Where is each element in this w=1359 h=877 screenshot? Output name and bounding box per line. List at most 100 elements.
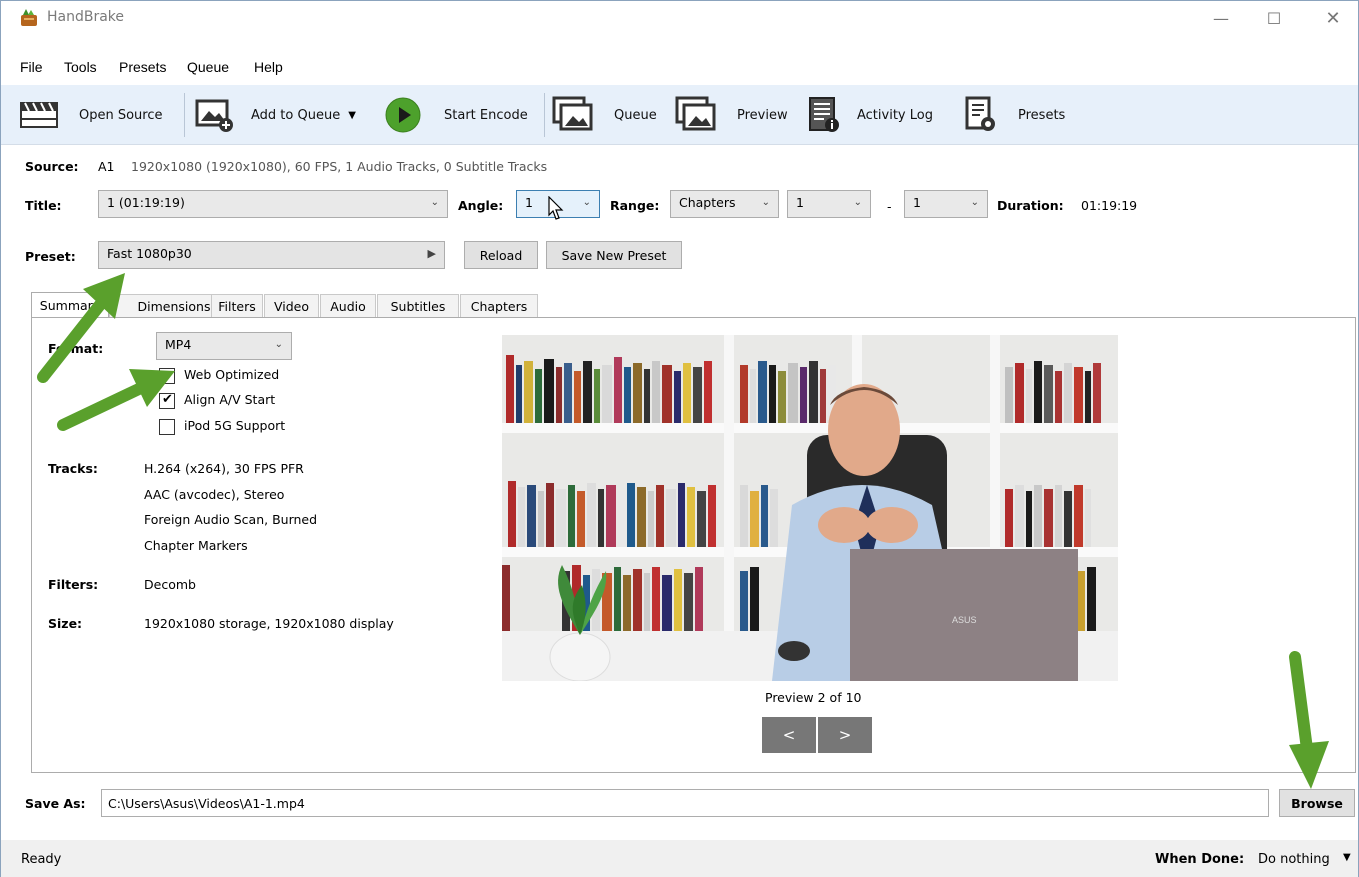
toolbar-separator [544,93,545,137]
track-item: Chapter Markers [144,538,248,553]
preset-value: Fast 1080p30 [107,246,192,261]
next-preview-button[interactable]: > [818,717,872,753]
maximize-button[interactable]: ☐ [1251,1,1297,35]
minimize-button[interactable]: — [1198,1,1244,35]
track-item: AAC (avcodec), Stereo [144,487,285,502]
chevron-down-icon: ⌄ [761,197,770,208]
dropdown-arrow-icon[interactable]: ▼ [348,110,356,121]
angle-select-value: 1 [525,195,533,210]
start-encode-button[interactable]: Start Encode [384,85,528,145]
previous-preview-button[interactable]: < [762,717,816,753]
queue-icon [552,96,593,131]
presets-icon [965,96,995,131]
save-as-path-input[interactable] [101,789,1269,817]
title-label: Title: [25,198,62,213]
format-select[interactable]: MP4 ⌄ [156,332,292,360]
duration-value: 01:19:19 [1081,198,1138,213]
range-end-value: 1 [913,195,921,210]
size-value: 1920x1080 storage, 1920x1080 display [144,616,394,631]
source-label: Source: [25,159,79,174]
handbrake-window: HandBrake — ☐ ✕ File Tools Presets Queue… [0,0,1359,877]
menu-presets[interactable]: Presets [119,59,166,75]
source-info: 1920x1080 (1920x1080), 60 FPS, 1 Audio T… [131,159,548,174]
queue-label: Queue [614,107,657,123]
annotation-arrow-web-optimized [57,369,175,431]
tab-audio[interactable]: Audio [320,294,376,318]
menu-queue[interactable]: Queue [187,59,229,75]
open-source-label: Open Source [79,107,163,123]
preview-icon [675,96,716,131]
chevron-down-icon: ⌄ [582,197,591,208]
preset-selector[interactable]: Fast 1080p30 ▶ [98,241,445,269]
source-name: A1 [98,159,115,174]
chevron-down-icon: ⌄ [274,339,283,350]
toolbar-separator [184,93,185,137]
add-image-icon [195,99,233,132]
save-as-label: Save As: [25,796,86,811]
open-source-button[interactable]: Open Source [19,85,163,145]
when-done-label: When Done: [1155,852,1245,867]
range-type-value: Chapters [679,195,736,210]
queue-button[interactable]: Queue [552,85,657,145]
filters-value: Decomb [144,577,196,592]
preview-label: Preview [737,107,788,123]
close-button[interactable]: ✕ [1310,1,1356,35]
filters-label: Filters: [48,577,99,592]
start-encode-label: Start Encode [444,107,528,123]
presets-button[interactable]: Presets [964,85,1065,145]
tab-filters[interactable]: Filters [211,294,263,318]
track-item: H.264 (x264), 30 FPS PFR [144,461,304,476]
tab-video[interactable]: Video [264,294,319,318]
annotation-arrow-browse [1289,651,1329,789]
size-label: Size: [48,616,83,631]
activity-log-icon [809,97,839,132]
presets-label: Presets [1018,107,1066,123]
toolbar: Open Source Add to Queue ▼ Start Encode [1,85,1358,145]
tab-chapters[interactable]: Chapters [460,294,538,318]
range-start-value: 1 [796,195,804,210]
preview-button[interactable]: Preview [675,85,788,145]
film-clapper-icon [20,102,58,128]
window-title: HandBrake [47,9,125,25]
status-bar: Ready When Done: Do nothing ▼ [1,840,1358,877]
menu-tools[interactable]: Tools [64,59,97,75]
track-item: Foreign Audio Scan, Burned [144,512,318,527]
ipod-support-label: iPod 5G Support [184,418,286,433]
add-to-queue-button[interactable]: Add to Queue ▼ [193,85,356,145]
menu-help[interactable]: Help [254,59,283,75]
range-end-select[interactable]: 1 ⌄ [904,190,988,218]
tab-subtitles[interactable]: Subtitles [377,294,459,318]
menu-file[interactable]: File [20,59,43,75]
title-bar: HandBrake — ☐ ✕ [1,1,1358,35]
align-av-label: Align A/V Start [184,392,276,407]
web-optimized-label: Web Optimized [184,367,280,382]
duration-label: Duration: [997,198,1064,213]
preset-label: Preset: [25,249,76,264]
play-icon [385,97,421,133]
save-new-preset-button[interactable]: Save New Preset [546,241,682,269]
format-value: MP4 [165,337,192,352]
preview-caption: Preview 2 of 10 [765,690,862,705]
tracks-label: Tracks: [48,461,98,476]
title-select[interactable]: 1 (01:19:19) ⌄ [98,190,448,218]
angle-label: Angle: [458,198,504,213]
range-label: Range: [610,198,660,213]
range-type-select[interactable]: Chapters ⌄ [670,190,779,218]
svg-text:ASUS: ASUS [952,615,977,625]
chevron-down-icon: ⌄ [970,197,979,208]
range-dash: - [887,199,892,214]
menu-bar: File Tools Presets Queue Help [1,57,1358,83]
activity-log-button[interactable]: Activity Log [807,85,933,145]
mouse-cursor-icon [548,196,564,220]
chevron-down-icon: ⌄ [430,197,439,208]
chevron-down-icon: ⌄ [853,197,862,208]
when-done-select[interactable]: Do nothing [1258,852,1330,867]
chevron-right-icon: ▶ [427,247,436,260]
title-select-value: 1 (01:19:19) [107,195,185,210]
add-to-queue-label: Add to Queue [251,107,341,123]
range-start-select[interactable]: 1 ⌄ [787,190,871,218]
status-text: Ready [21,852,62,867]
activity-log-label: Activity Log [857,107,933,123]
dropdown-arrow-icon[interactable]: ▼ [1343,852,1351,863]
reload-button[interactable]: Reload [464,241,538,269]
